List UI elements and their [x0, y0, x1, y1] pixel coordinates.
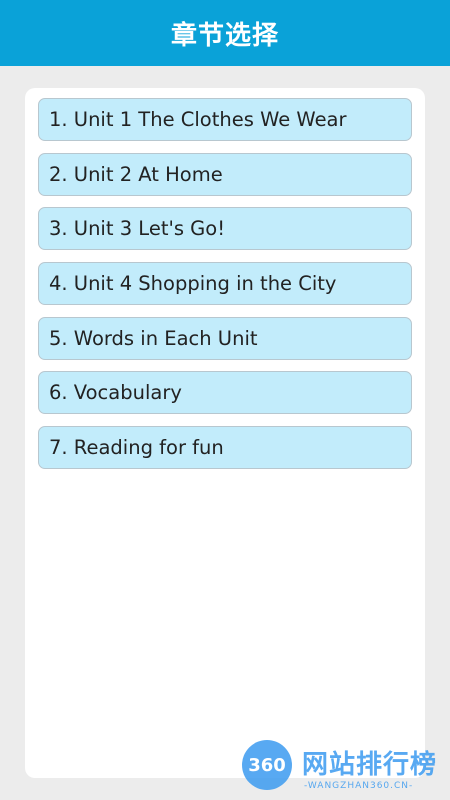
watermark-title: 网站排行榜 [302, 750, 438, 780]
page-title: 章节选择 [170, 20, 279, 51]
chapter-item-label: 5. Words in Each Unit [49, 326, 258, 350]
chapter-item-unit-2[interactable]: 2. Unit 2 At Home [38, 152, 412, 196]
chapter-item-label: 7. Reading for fun [49, 436, 224, 460]
chapter-item-vocabulary[interactable]: 6. Vocabulary [38, 371, 412, 415]
chapter-item-unit-3[interactable]: 3. Unit 3 Let's Go! [38, 207, 412, 251]
chapter-item-unit-1[interactable]: 1. Unit 1 The Clothes We Wear [38, 98, 412, 141]
watermark: 360 网站排行榜 -WANGZHAN360.CN- [242, 740, 447, 798]
chapter-item-label: 2. Unit 2 At Home [49, 162, 223, 186]
chapter-item-label: 6. Vocabulary [49, 381, 182, 405]
chapter-item-label: 1. Unit 1 The Clothes We Wear [49, 108, 347, 131]
chapter-item-label: 3. Unit 3 Let's Go! [49, 217, 226, 241]
chapter-item-words[interactable]: 5. Words in Each Unit [38, 316, 412, 360]
watermark-logo-text: 360 [248, 754, 286, 776]
watermark-logo-icon: 360 [242, 740, 292, 790]
chapter-card: 1. Unit 1 The Clothes We Wear 2. Unit 2 … [25, 88, 425, 778]
chapter-item-label: 4. Unit 4 Shopping in the City [49, 272, 337, 296]
watermark-url: -WANGZHAN360.CN- [304, 781, 414, 791]
chapter-item-reading[interactable]: 7. Reading for fun [38, 426, 412, 470]
chapter-item-unit-4[interactable]: 4. Unit 4 Shopping in the City [38, 262, 412, 306]
chapter-list: 1. Unit 1 The Clothes We Wear 2. Unit 2 … [38, 98, 412, 481]
app-header: 章节选择 [0, 0, 450, 66]
